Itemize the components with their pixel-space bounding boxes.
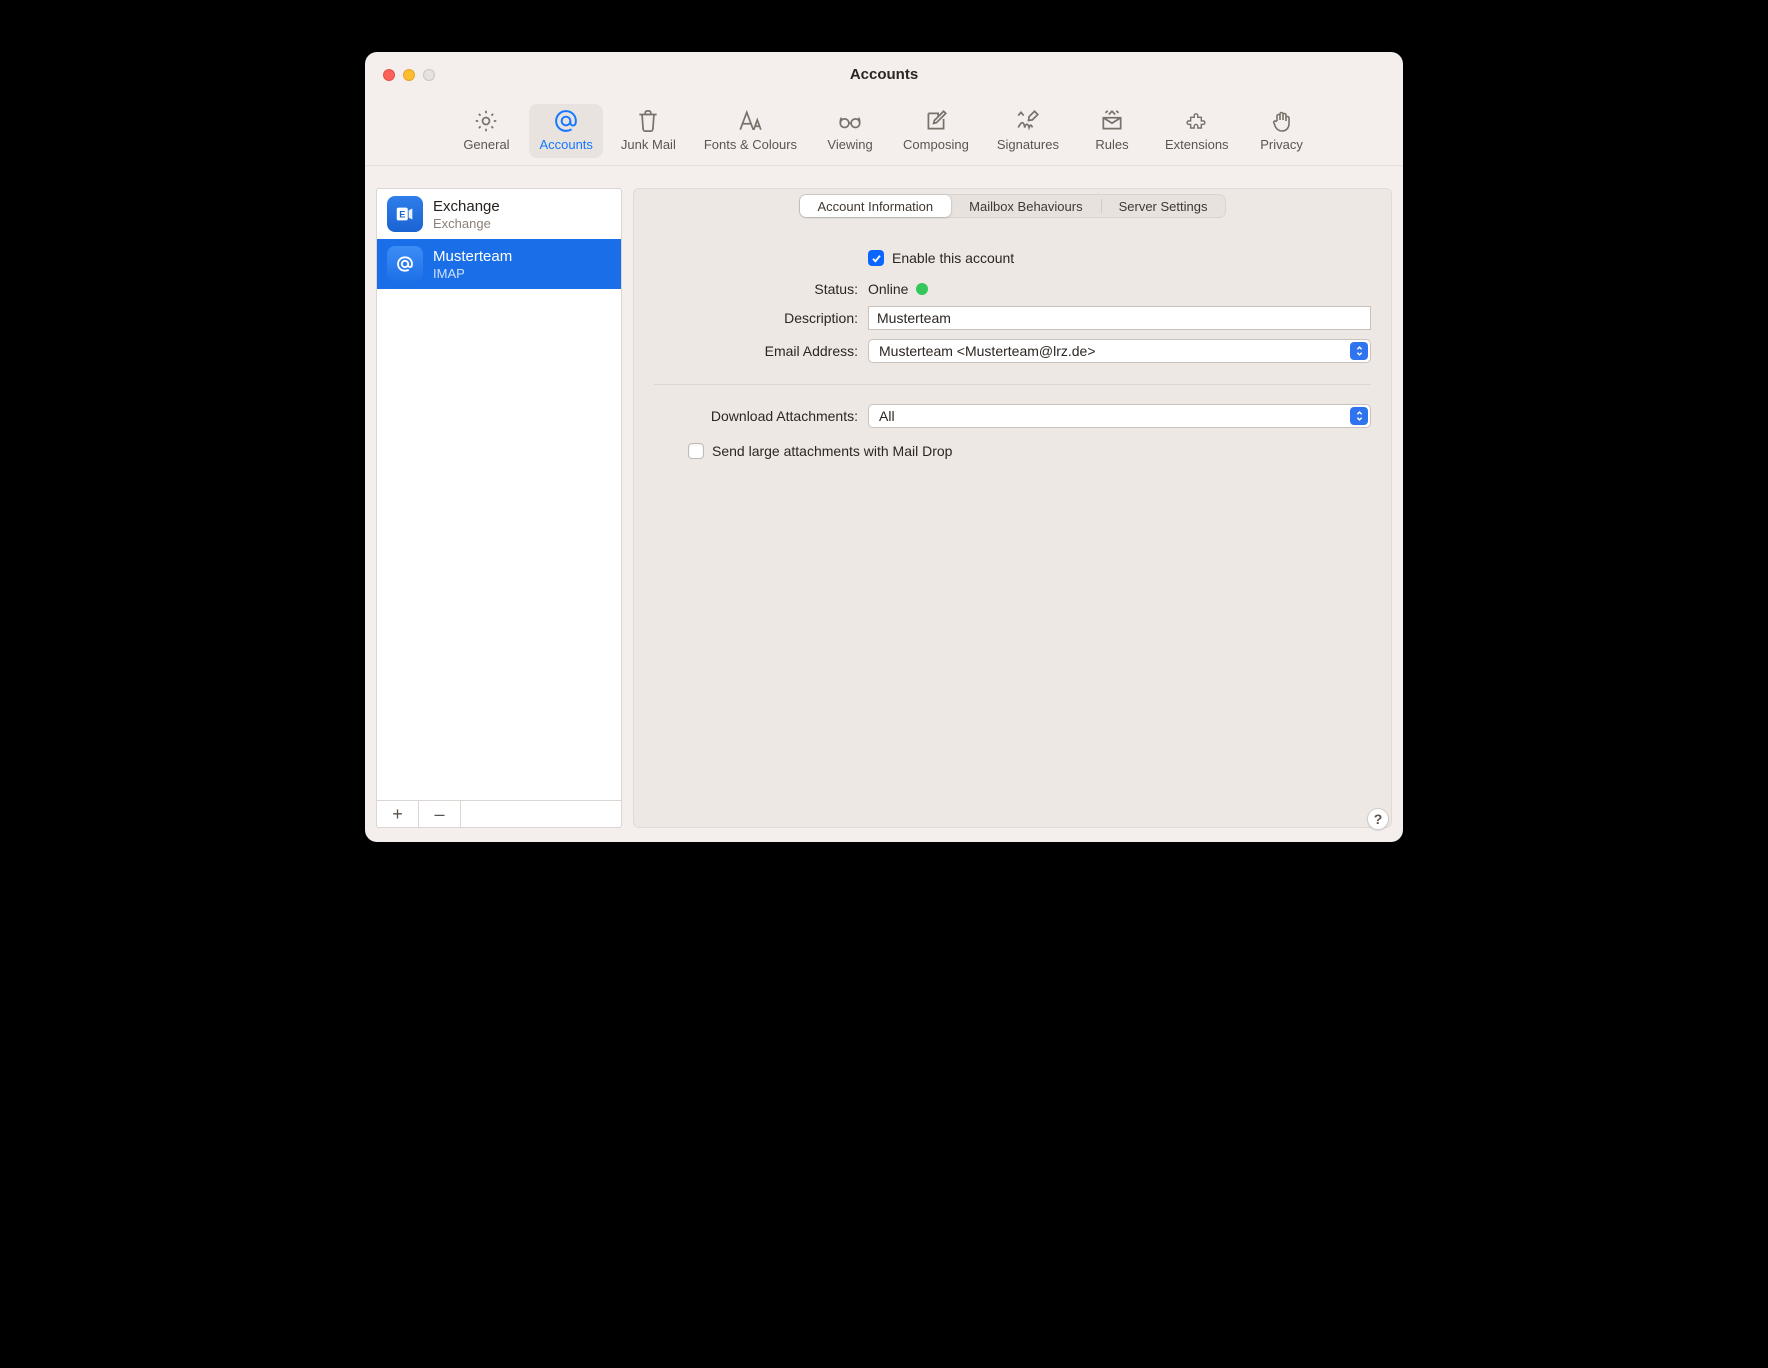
toolbar-item-accounts[interactable]: Accounts bbox=[529, 104, 602, 158]
dropdown-knob-icon bbox=[1350, 342, 1368, 360]
status-value-group: Online bbox=[868, 281, 1371, 297]
exchange-icon: E bbox=[387, 196, 423, 232]
email-row: Email Address: Musterteam <Musterteam@lr… bbox=[654, 339, 1371, 363]
glasses-icon bbox=[836, 108, 864, 134]
description-row: Description: bbox=[654, 306, 1371, 330]
accounts-preferences-window: Accounts General Accounts Junk Mail Font… bbox=[365, 52, 1403, 842]
toolbar-item-composing[interactable]: Composing bbox=[893, 104, 979, 158]
email-address-select[interactable]: Musterteam <Musterteam@lrz.de> bbox=[868, 339, 1371, 363]
status-row: Status: Online bbox=[654, 281, 1371, 297]
enable-account-label: Enable this account bbox=[892, 250, 1014, 266]
preferences-toolbar: General Accounts Junk Mail Fonts & Colou… bbox=[365, 97, 1403, 166]
toolbar-label: Signatures bbox=[997, 137, 1059, 152]
sidebar-footer-spacer bbox=[461, 801, 621, 827]
download-value: All bbox=[879, 408, 895, 424]
toolbar-label: Accounts bbox=[539, 137, 592, 152]
toolbar-item-viewing[interactable]: Viewing bbox=[815, 104, 885, 158]
add-account-button[interactable]: + bbox=[377, 801, 419, 827]
tab-account-information[interactable]: Account Information bbox=[800, 195, 952, 217]
accounts-sidebar: E Exchange Exchange Musterteam IMAP bbox=[376, 188, 622, 828]
mail-drop-checkbox[interactable] bbox=[688, 443, 704, 459]
account-row-exchange[interactable]: E Exchange Exchange bbox=[377, 189, 621, 239]
account-info-form: Enable this account Status: Online Descr… bbox=[646, 232, 1379, 459]
mail-drop-row: Send large attachments with Mail Drop bbox=[688, 443, 1371, 459]
toolbar-item-general[interactable]: General bbox=[451, 104, 521, 158]
accounts-list[interactable]: E Exchange Exchange Musterteam IMAP bbox=[377, 189, 621, 800]
toolbar-label: Junk Mail bbox=[621, 137, 676, 152]
toolbar-item-junk-mail[interactable]: Junk Mail bbox=[611, 104, 686, 158]
description-label: Description: bbox=[654, 310, 858, 326]
email-label: Email Address: bbox=[654, 343, 858, 359]
toolbar-item-rules[interactable]: Rules bbox=[1077, 104, 1147, 158]
close-window-button[interactable] bbox=[383, 69, 395, 81]
remove-account-button[interactable]: – bbox=[419, 801, 461, 827]
account-text: Exchange Exchange bbox=[433, 197, 500, 232]
sidebar-footer: + – bbox=[377, 800, 621, 827]
toolbar-label: General bbox=[463, 137, 509, 152]
fonts-icon bbox=[736, 108, 764, 134]
at-icon bbox=[552, 108, 580, 134]
download-attachments-select[interactable]: All bbox=[868, 404, 1371, 428]
at-account-icon bbox=[387, 246, 423, 282]
email-value: Musterteam <Musterteam@lrz.de> bbox=[879, 343, 1096, 359]
toolbar-item-signatures[interactable]: Signatures bbox=[987, 104, 1069, 158]
rules-icon bbox=[1098, 108, 1126, 134]
divider bbox=[654, 384, 1371, 385]
gear-icon bbox=[472, 108, 500, 134]
tab-mailbox-behaviours[interactable]: Mailbox Behaviours bbox=[951, 195, 1100, 217]
account-name: Exchange bbox=[433, 197, 500, 217]
enable-account-checkbox[interactable] bbox=[868, 250, 884, 266]
puzzle-icon bbox=[1183, 108, 1211, 134]
toolbar-label: Fonts & Colours bbox=[704, 137, 797, 152]
window-controls bbox=[365, 69, 435, 81]
help-button[interactable]: ? bbox=[1367, 808, 1389, 830]
toolbar-item-extensions[interactable]: Extensions bbox=[1155, 104, 1239, 158]
title-bar: Accounts bbox=[365, 52, 1403, 97]
toolbar-label: Privacy bbox=[1260, 137, 1303, 152]
content-area: E Exchange Exchange Musterteam IMAP bbox=[365, 166, 1403, 842]
hand-icon bbox=[1268, 108, 1296, 134]
account-row-musterteam[interactable]: Musterteam IMAP bbox=[377, 239, 621, 289]
account-text: Musterteam IMAP bbox=[433, 247, 512, 282]
online-indicator-icon bbox=[916, 283, 928, 295]
signature-icon bbox=[1014, 108, 1042, 134]
zoom-window-button[interactable] bbox=[423, 69, 435, 81]
toolbar-label: Extensions bbox=[1165, 137, 1229, 152]
toolbar-label: Rules bbox=[1095, 137, 1128, 152]
toolbar-label: Composing bbox=[903, 137, 969, 152]
toolbar-label: Viewing bbox=[827, 137, 872, 152]
compose-icon bbox=[922, 108, 950, 134]
account-type: IMAP bbox=[433, 266, 512, 281]
tab-server-settings[interactable]: Server Settings bbox=[1101, 195, 1226, 217]
minimize-window-button[interactable] bbox=[403, 69, 415, 81]
description-input[interactable] bbox=[868, 306, 1371, 330]
download-attachments-row: Download Attachments: All bbox=[654, 404, 1371, 428]
enable-account-row: Enable this account bbox=[868, 250, 1371, 266]
account-type: Exchange bbox=[433, 216, 500, 231]
toolbar-item-fonts-colours[interactable]: Fonts & Colours bbox=[694, 104, 807, 158]
account-tabs: Account Information Mailbox Behaviours S… bbox=[799, 194, 1227, 218]
trash-icon bbox=[634, 108, 662, 134]
window-title: Accounts bbox=[365, 66, 1403, 83]
account-name: Musterteam bbox=[433, 247, 512, 267]
status-text: Online bbox=[868, 281, 908, 297]
account-detail-panel: Account Information Mailbox Behaviours S… bbox=[633, 188, 1392, 828]
toolbar-item-privacy[interactable]: Privacy bbox=[1247, 104, 1317, 158]
svg-text:E: E bbox=[399, 210, 405, 220]
mail-drop-label: Send large attachments with Mail Drop bbox=[712, 443, 952, 459]
download-attachments-label: Download Attachments: bbox=[654, 408, 858, 424]
dropdown-knob-icon bbox=[1350, 407, 1368, 425]
status-label: Status: bbox=[654, 281, 858, 297]
